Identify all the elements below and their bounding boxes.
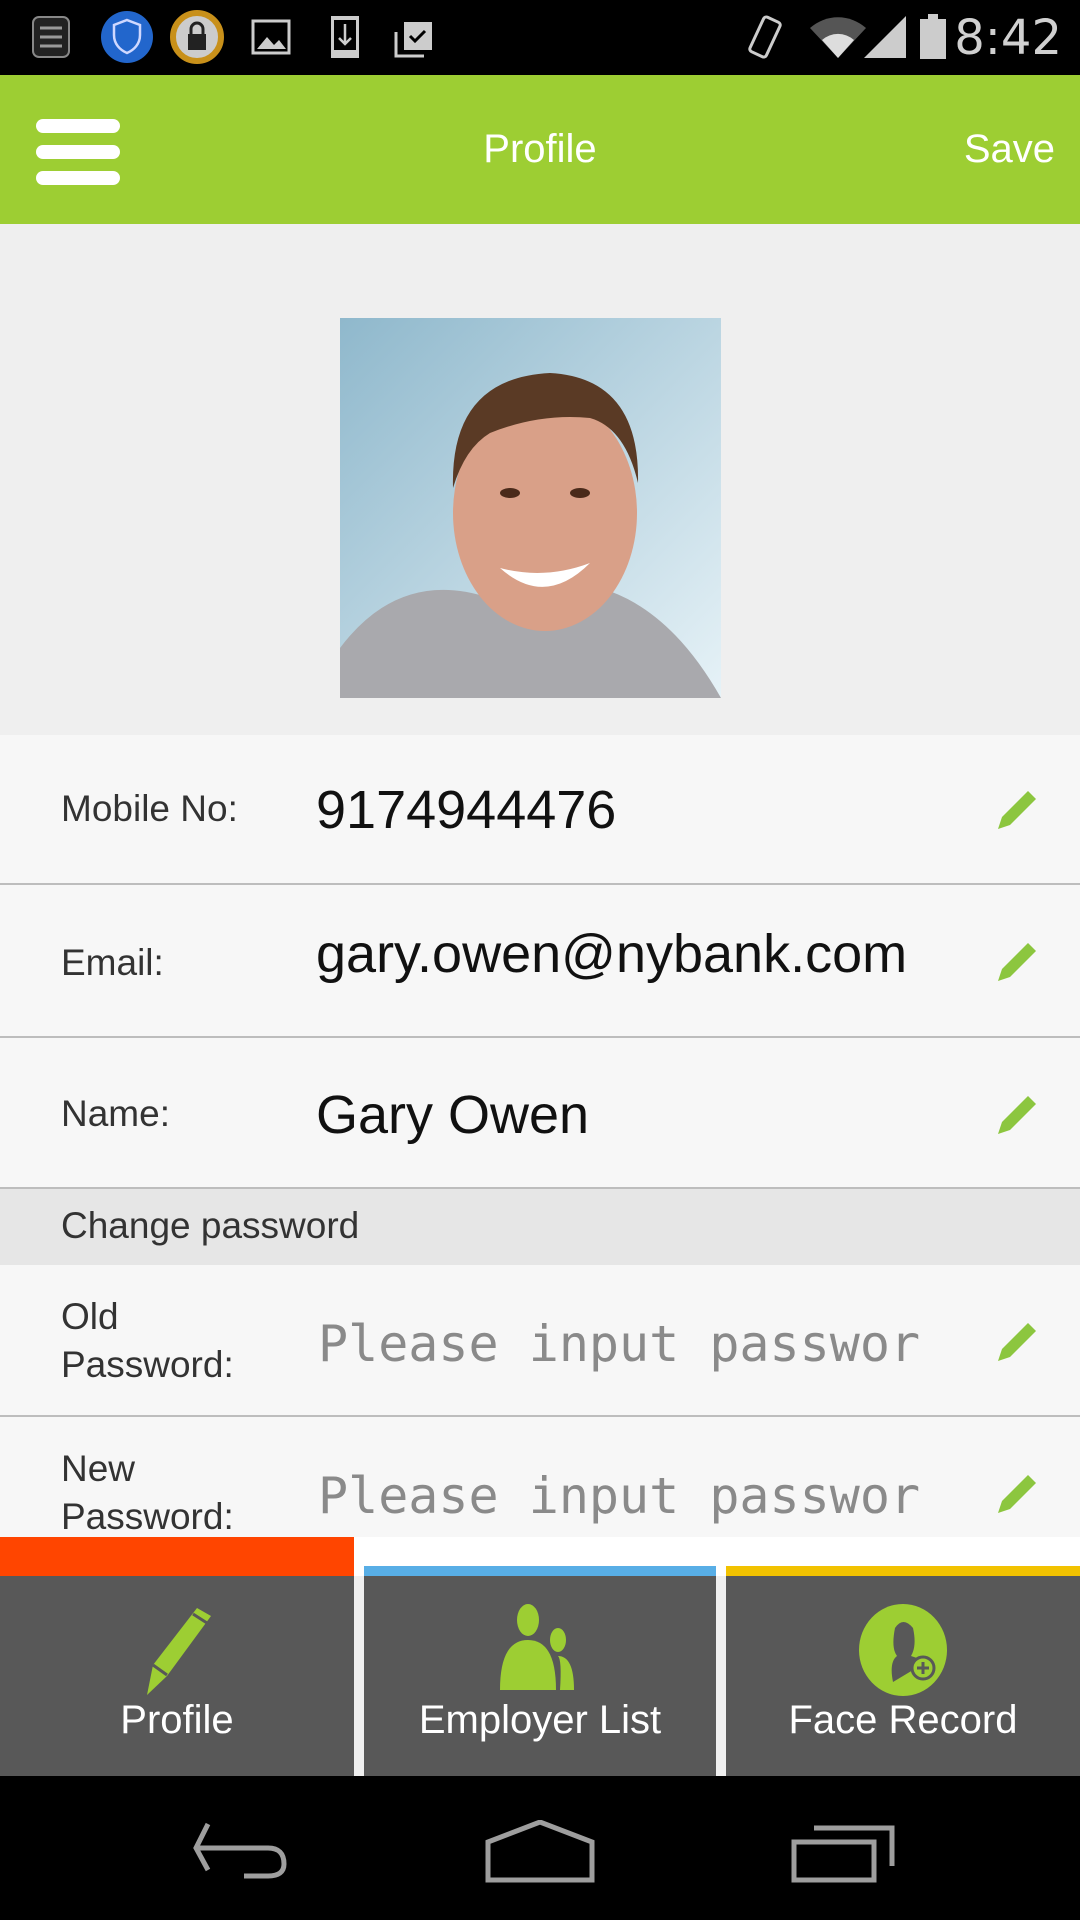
old-password-row[interactable]: Old Password: Please input passwor xyxy=(0,1265,1080,1417)
pencil-icon[interactable] xyxy=(994,939,1040,985)
battery-icon xyxy=(920,14,946,59)
clock: 8:42 xyxy=(954,10,1062,66)
clipboard-check-icon xyxy=(394,22,432,58)
page-title: Profile xyxy=(483,127,597,171)
tab-face-record[interactable]: Face Record xyxy=(726,1576,1080,1776)
email-value: gary.owen@nybank.com xyxy=(316,924,908,984)
tab-label: Face Record xyxy=(788,1698,1018,1742)
old-password-input[interactable]: Please input passwor xyxy=(318,1315,958,1373)
system-nav-bar xyxy=(0,1776,1080,1920)
mobile-label: Mobile No: xyxy=(61,788,238,829)
old-password-label: Old Password: xyxy=(61,1293,234,1389)
lock-icon xyxy=(170,10,224,64)
download-icon xyxy=(331,16,359,58)
tab-label: Profile xyxy=(120,1698,234,1742)
status-bar: 8:42 xyxy=(0,0,1080,75)
shield-phone-icon xyxy=(101,11,153,63)
notes-icon xyxy=(32,16,70,58)
mobile-row[interactable]: Mobile No: 9174944476 xyxy=(0,735,1080,885)
tab-accent xyxy=(364,1566,716,1576)
new-password-label: New Password: xyxy=(61,1445,234,1541)
new-password-input[interactable]: Please input passwor xyxy=(318,1467,958,1525)
section-title: Change password xyxy=(61,1205,360,1246)
profile-photo[interactable] xyxy=(340,318,721,698)
pencil-icon[interactable] xyxy=(994,1319,1040,1365)
label-line: New xyxy=(61,1448,136,1489)
home-icon[interactable] xyxy=(484,1820,596,1884)
signal-icon xyxy=(864,16,906,58)
add-user-icon xyxy=(859,1604,947,1696)
back-icon[interactable] xyxy=(188,1820,292,1880)
email-label: Email: xyxy=(61,942,164,983)
name-label: Name: xyxy=(61,1093,170,1134)
tab-label: Employer List xyxy=(418,1698,662,1742)
pencil-icon[interactable] xyxy=(994,787,1040,833)
label-line: Password: xyxy=(61,1496,234,1537)
email-row[interactable]: Email: gary.owen@nybank.com xyxy=(0,885,1080,1038)
name-row[interactable]: Name: Gary Owen xyxy=(0,1038,1080,1189)
app-header: Profile Save xyxy=(0,75,1080,224)
vibrate-icon xyxy=(748,15,782,59)
tab-profile[interactable]: Profile xyxy=(0,1576,354,1776)
users-icon xyxy=(500,1604,574,1690)
pencil-icon[interactable] xyxy=(994,1471,1040,1517)
tab-employer-list[interactable]: Employer List xyxy=(364,1576,716,1776)
name-value: Gary Owen xyxy=(316,1085,590,1145)
change-password-header: Change password xyxy=(0,1189,1080,1265)
label-line: Old xyxy=(61,1296,119,1337)
tab-accent xyxy=(726,1566,1080,1576)
label-line: Password: xyxy=(61,1344,234,1385)
recents-icon[interactable] xyxy=(790,1820,898,1884)
pencil-icon[interactable] xyxy=(994,1092,1040,1138)
image-icon xyxy=(251,19,291,55)
mobile-value: 9174944476 xyxy=(316,780,617,840)
save-button[interactable]: Save xyxy=(964,127,1055,172)
wifi-icon xyxy=(810,17,866,58)
pencil-icon xyxy=(147,1608,211,1695)
active-tab-indicator xyxy=(0,1537,354,1576)
